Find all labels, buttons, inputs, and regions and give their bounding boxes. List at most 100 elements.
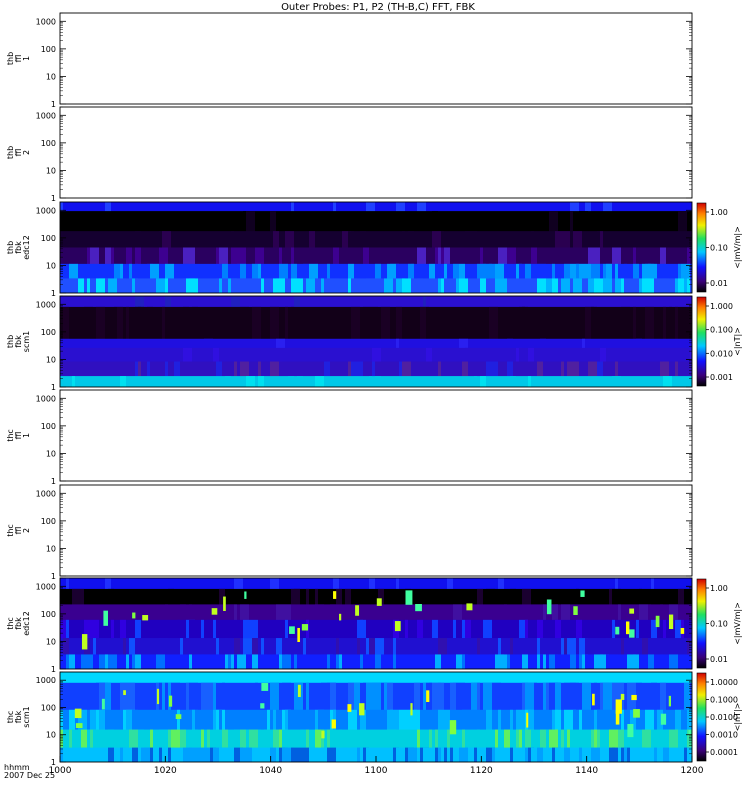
spectrogram-cell [573,361,579,377]
spectrogram-cell [510,588,516,605]
spectrogram-cell [351,278,357,293]
panel-label-line: edc12 [22,611,31,636]
y-tick-label: 100 [41,328,56,337]
spectrogram-streak [321,730,325,739]
spectrogram-cell [417,747,420,762]
spectrogram-cell [177,361,180,377]
spectrogram-cell [456,682,465,711]
spectrogram-cell [234,638,240,655]
y-tick-label: 1 [51,383,56,392]
spectrogram-cell [639,588,642,605]
spectrogram-streak [449,720,457,735]
spectrogram-cell [453,682,456,711]
spectrogram-cell [519,347,522,363]
spectrogram-cell [363,247,369,265]
spectrogram-cell [291,747,297,762]
spectrogram-cell [498,638,501,655]
x-tick-label: 1100 [365,766,388,776]
spectrogram-cell [552,278,558,293]
spectrogram-cell [645,709,654,731]
spectrogram-streak [546,599,552,615]
spectrogram-band [60,296,692,308]
spectrogram-cell [327,729,330,749]
spectrogram-cell [510,747,513,762]
spectrogram-cell [192,306,198,340]
spectrogram-cell [108,278,117,293]
spectrogram-cell [81,747,90,762]
spectrogram-cell [300,729,306,749]
spectrogram-cell [639,247,645,265]
spectrogram-cell [315,604,324,621]
spectrogram-streak [620,693,625,700]
spectrogram-cell [210,578,213,590]
panel-label-line: scm1 [22,706,31,727]
spectrogram-cell [375,638,384,655]
spectrogram-cell [162,231,168,248]
spectrogram-cell [366,682,369,711]
spectrogram-cell [612,619,615,639]
spectrogram-cell [120,682,126,711]
spectrogram-cell [633,263,639,279]
spectrogram-cell [531,231,534,248]
spectrogram-cell [678,588,684,605]
spectrogram-cell [219,278,222,293]
spectrogram-cell [117,306,123,340]
spectrogram-cell [543,247,549,265]
spectrogram-streak [376,598,382,606]
spectrogram-cell [510,709,513,731]
spectrogram-cell [189,202,195,212]
spectrogram-cell [462,709,471,731]
spectrogram-cell [459,263,465,279]
spectrogram-cell [636,747,645,762]
spectrogram-cell [192,729,198,749]
spectrogram-cell [444,709,450,731]
spectrogram-cell [384,278,393,293]
spectrogram-cell [675,361,678,377]
spectrogram-cell [168,729,171,749]
spectrogram-cell [321,278,324,293]
spectrogram-cell [222,729,228,749]
spectrogram-cell [690,347,692,363]
spectrogram-cell [372,202,375,212]
spectrogram-cell [87,278,90,293]
y-tick-label: 10 [46,355,56,364]
spectrogram-streak [410,703,413,716]
spectrogram-cell [369,306,378,340]
spectrogram-cell [660,296,663,308]
spectrogram-cell [189,361,192,377]
spectrogram-cell [450,296,456,308]
spectrogram-cell [225,376,231,387]
spectrogram-cell [231,247,237,265]
spectrogram-cell [636,619,639,639]
spectrogram-cell [99,278,102,293]
spectrogram-cell [459,338,468,349]
colorbar-tick-label: 0.01 [710,279,728,288]
spectrogram-cell [348,263,354,279]
panel-label-line: edc12 [22,235,31,260]
spectrogram-cell [177,247,183,265]
spectrogram-streak [223,596,226,612]
spectrogram-cell [105,202,111,212]
spectrogram-cell [123,278,126,293]
panel-frame [59,389,693,482]
spectrogram-streak [426,690,430,703]
spectrogram-cell [252,306,261,340]
y-tick-label: 100 [41,45,56,54]
spectrogram-cell [339,247,348,265]
spectrogram-cell [156,654,165,669]
spectrogram-cell [447,578,453,590]
spectrogram-cell [642,729,651,749]
spectrogram-cell [186,682,189,711]
spectrogram-cell [309,231,315,248]
spectrogram-cell [282,729,288,749]
spectrogram-cell [273,231,279,248]
spectrogram-cell [543,604,546,621]
spectrogram-cell [279,361,282,377]
spectrogram-cell [225,638,228,655]
spectrogram-cell [114,638,117,655]
spectrogram-cells [60,202,692,293]
spectrogram-cell [189,747,198,762]
spectrogram-cell [600,347,606,363]
spectrogram-cell [294,296,300,308]
spectrogram-cell [135,278,138,293]
